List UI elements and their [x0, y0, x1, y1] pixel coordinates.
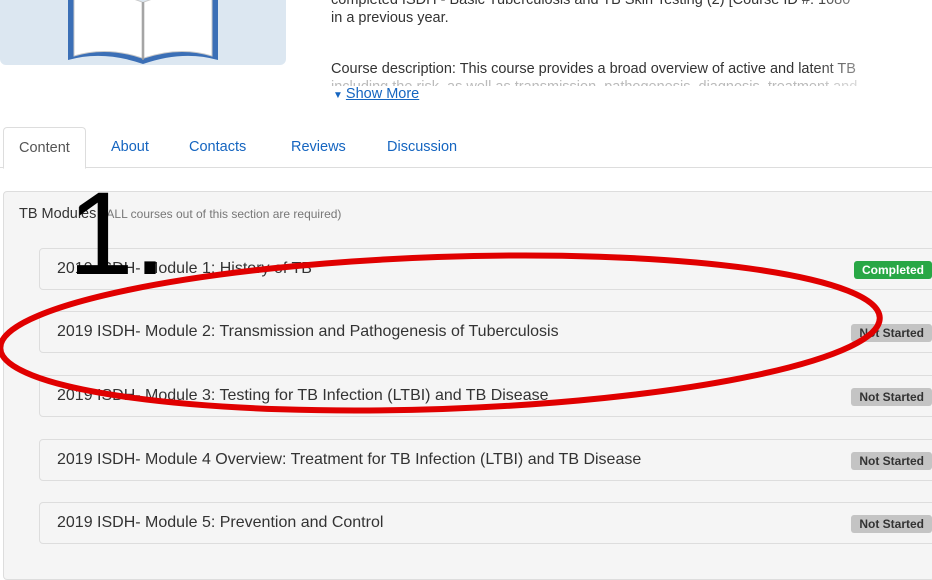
- module-item[interactable]: 2019 ISDH- Module 3: Testing for TB Infe…: [39, 375, 932, 417]
- status-badge: Not Started: [851, 515, 932, 533]
- status-badge: Not Started: [851, 324, 932, 342]
- caret-down-icon: ▼: [333, 90, 343, 101]
- tab-contacts[interactable]: Contacts: [189, 127, 246, 168]
- text-fade: [812, 0, 932, 110]
- tab-bar: Content About Contacts Reviews Discussio…: [0, 127, 932, 169]
- module-title[interactable]: 2019 ISDH- Module 5: Prevention and Cont…: [57, 514, 383, 532]
- tab-discussion[interactable]: Discussion: [387, 127, 457, 168]
- module-title[interactable]: 2019 ISDH- Module 3: Testing for TB Infe…: [57, 387, 549, 405]
- show-more-label: Show More: [345, 86, 420, 102]
- status-badge: Not Started: [851, 452, 932, 470]
- status-badge: Completed: [853, 261, 932, 279]
- description-line-truncated: including the risk, as well as transmiss…: [331, 78, 857, 86]
- course-thumbnail: [0, 0, 286, 65]
- tab-reviews[interactable]: Reviews: [291, 127, 346, 168]
- description-line: completed ISDH - Basic Tuberculosis and …: [331, 0, 851, 8]
- tab-content[interactable]: Content: [3, 127, 86, 169]
- show-more-link[interactable]: ▼ Show More: [333, 86, 424, 102]
- module-item[interactable]: 2019 ISDH- Module 1: History of TB Compl…: [39, 248, 932, 290]
- annotation-number: 1.: [68, 168, 167, 300]
- book-icon: [68, 0, 218, 64]
- status-badge: Not Started: [851, 388, 932, 406]
- module-item[interactable]: 2019 ISDH- Module 4 Overview: Treatment …: [39, 439, 932, 481]
- module-title[interactable]: 2019 ISDH- Module 4 Overview: Treatment …: [57, 451, 641, 469]
- module-item[interactable]: 2019 ISDH- Module 2: Transmission and Pa…: [39, 311, 932, 353]
- tab-about[interactable]: About: [111, 127, 149, 168]
- description-line: in a previous year.: [331, 10, 449, 26]
- description-line: Course description: This course provides…: [331, 61, 856, 77]
- module-item[interactable]: 2019 ISDH- Module 5: Prevention and Cont…: [39, 502, 932, 544]
- module-title[interactable]: 2019 ISDH- Module 2: Transmission and Pa…: [57, 323, 559, 341]
